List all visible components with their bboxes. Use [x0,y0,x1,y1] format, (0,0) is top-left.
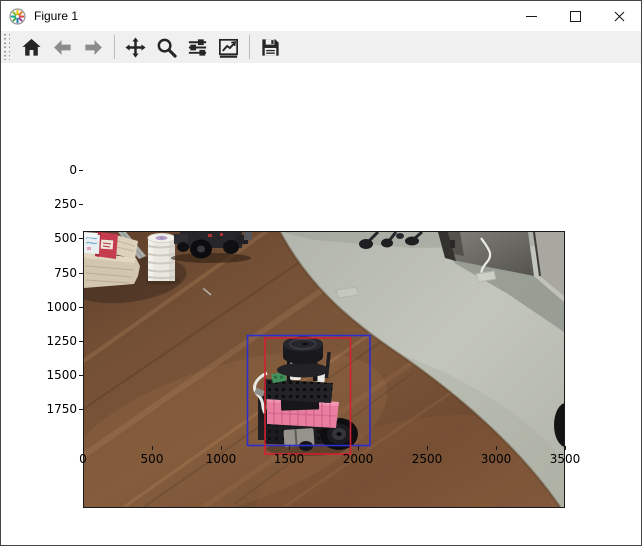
magnifier-icon [155,36,178,59]
forward-arrow-icon [82,36,105,59]
close-icon [614,11,625,22]
x-tick [427,446,428,450]
sliders-icon [186,36,209,59]
y-tick [79,307,83,308]
y-tick-label: 1000 [31,300,77,314]
line-chart-icon [217,36,240,59]
y-tick [79,375,83,376]
y-tick-label: 500 [31,231,77,245]
toolbar-grip[interactable] [4,34,10,60]
y-tick [79,238,83,239]
toolbar-separator [249,35,250,59]
book-stack [84,232,140,288]
x-tick [83,446,84,450]
y-tick-label: 750 [31,266,77,280]
y-tick [79,409,83,410]
toolbar-separator [114,35,115,59]
window-controls [509,1,641,31]
x-tick [565,446,566,450]
x-tick-label: 3500 [543,452,587,466]
title-bar[interactable]: Figure 1 [1,1,641,31]
matplotlib-logo-icon [9,8,26,25]
window-title: Figure 1 [34,9,78,23]
y-tick-label: 0 [31,163,77,177]
x-tick-label: 1500 [267,452,311,466]
figure-canvas[interactable] [1,63,641,545]
x-tick [358,446,359,450]
pan-arrows-icon [124,36,147,59]
x-tick [496,446,497,450]
lidar-sensor [277,337,329,378]
background-robot [171,232,252,263]
y-tick-label: 1250 [31,334,77,348]
y-tick-label: 1500 [31,368,77,382]
x-tick [152,446,153,450]
home-icon [20,36,43,59]
edit-parameters-button[interactable] [215,34,242,61]
maximize-icon [570,11,581,22]
y-tick [79,341,83,342]
y-tick-label: 1750 [31,402,77,416]
back-button[interactable] [49,34,76,61]
close-button[interactable] [597,1,641,31]
y-tick [79,170,83,171]
x-tick [221,446,222,450]
x-tick-label: 1000 [199,452,243,466]
zoom-rect-button[interactable] [153,34,180,61]
x-tick [289,446,290,450]
x-tick-label: 3000 [474,452,518,466]
home-button[interactable] [18,34,45,61]
figure-toolbar [1,31,641,63]
minimize-icon [526,16,537,17]
x-tick-label: 0 [61,452,105,466]
y-tick-label: 250 [31,197,77,211]
y-tick [79,273,83,274]
forward-button[interactable] [80,34,107,61]
pan-button[interactable] [122,34,149,61]
y-tick [79,204,83,205]
x-tick-label: 500 [130,452,174,466]
maximize-button[interactable] [553,1,597,31]
save-button[interactable] [257,34,284,61]
back-arrow-icon [51,36,74,59]
minimize-button[interactable] [509,1,553,31]
configure-subplots-button[interactable] [184,34,211,61]
floppy-disk-icon [259,36,282,59]
x-tick-label: 2000 [336,452,380,466]
plot-axes[interactable] [83,231,565,508]
x-tick-label: 2500 [405,452,449,466]
